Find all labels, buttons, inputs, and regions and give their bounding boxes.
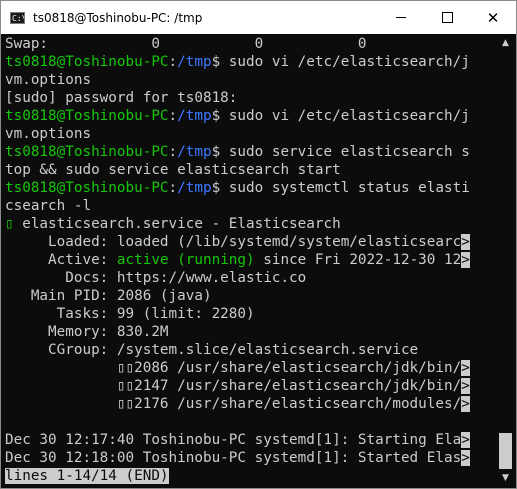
terminal-text: ▯▯2176 /usr/share/elasticsearch/modules/ xyxy=(5,396,462,412)
terminal-text: Dec 30 12:17:40 Toshinobu-PC systemd[1]:… xyxy=(5,432,462,448)
terminal-line: ▯▯2147 /usr/share/elasticsearch/jdk/bin/… xyxy=(5,377,493,395)
terminal-text: CGroup: /system.slice/elasticsearch.serv… xyxy=(5,342,419,358)
close-icon: ✕ xyxy=(486,8,500,27)
terminal-line: ▯▯2176 /usr/share/elasticsearch/modules/… xyxy=(5,395,493,413)
terminal-text: : xyxy=(168,54,178,70)
terminal-text: [sudo] password for ts0818: xyxy=(5,90,238,106)
terminal-text: : xyxy=(168,180,178,196)
terminal-text: /tmp xyxy=(177,180,212,196)
terminal-line: Memory: 830.2M xyxy=(5,323,493,341)
terminal-text: top && sudo service elasticsearch start xyxy=(5,162,341,178)
terminal-text: : xyxy=(168,108,178,124)
terminal-line: vm.options xyxy=(5,71,493,89)
terminal-line: Main PID: 2086 (java) xyxy=(5,287,493,305)
terminal-text: Active: xyxy=(5,252,117,268)
terminal-output[interactable]: Swap: 0 0 0 ts0818@Toshinobu-PC:/tmp$ sud… xyxy=(5,35,493,487)
truncation-marker: > xyxy=(461,432,470,448)
maximize-button[interactable] xyxy=(424,1,470,34)
terminal-line: Loaded: loaded (/lib/systemd/system/elas… xyxy=(5,233,493,251)
terminal-text: Dec 30 12:18:00 Toshinobu-PC systemd[1]:… xyxy=(5,450,462,466)
terminal-line: Active: active (running) since Fri 2022-… xyxy=(5,251,493,269)
terminal-text: $ sudo systemctl status elasti xyxy=(211,180,470,196)
terminal-line: Tasks: 99 (limit: 2280) xyxy=(5,305,493,323)
terminal-text: vm.options xyxy=(5,126,92,142)
scroll-down-icon[interactable]: ▼ xyxy=(495,470,516,487)
terminal-line: lines 1-14/14 (END) xyxy=(5,467,493,485)
terminal-text: ts0818@Toshinobu-PC xyxy=(5,108,169,124)
terminal-text: ▯ xyxy=(5,216,14,232)
terminal-text: lines 1-14/14 (END) xyxy=(5,468,169,484)
terminal-line: ts0818@Toshinobu-PC:/tmp$ sudo vi /etc/e… xyxy=(5,107,493,125)
terminal-text: /tmp xyxy=(177,108,212,124)
truncation-marker: > xyxy=(461,252,470,268)
vertical-scrollbar[interactable]: ▲ ▼ xyxy=(495,35,516,487)
terminal-text: ▯▯2147 /usr/share/elasticsearch/jdk/bin/ xyxy=(5,378,462,394)
terminal-text: Loaded: loaded (/lib/systemd/system/elas… xyxy=(5,234,462,250)
minimize-button[interactable] xyxy=(378,1,424,34)
truncation-marker: > xyxy=(461,360,470,376)
terminal-text: Memory: 830.2M xyxy=(5,324,169,340)
title-bar[interactable]: C:\ ts0818@Toshinobu-PC: /tmp ✕ xyxy=(1,1,516,34)
terminal-text: Docs: https://www.elastic.co xyxy=(5,270,307,286)
truncation-marker: > xyxy=(461,396,470,412)
minimize-icon xyxy=(396,17,406,18)
terminal-line: Dec 30 12:17:40 Toshinobu-PC systemd[1]:… xyxy=(5,431,493,449)
terminal-text: Swap: 0 0 0 xyxy=(5,36,367,52)
truncation-marker: > xyxy=(461,378,470,394)
terminal-line: Swap: 0 0 0 xyxy=(5,35,493,53)
terminal-text: $ sudo vi /etc/elasticsearch/j xyxy=(211,108,470,124)
terminal-text: Tasks: 99 (limit: 2280) xyxy=(5,306,255,322)
terminal-line: ts0818@Toshinobu-PC:/tmp$ sudo systemctl… xyxy=(5,179,493,197)
terminal-line: ts0818@Toshinobu-PC:/tmp$ sudo service e… xyxy=(5,143,493,161)
terminal-text: elasticsearch.service - Elasticsearch xyxy=(13,216,341,232)
terminal-line: CGroup: /system.slice/elasticsearch.serv… xyxy=(5,341,493,359)
terminal-text: active (running) xyxy=(116,252,255,268)
scroll-up-icon[interactable]: ▲ xyxy=(495,35,516,52)
window-title: ts0818@Toshinobu-PC: /tmp xyxy=(33,10,203,25)
terminal-text: /tmp xyxy=(177,144,212,160)
terminal-text: ▯▯2086 /usr/share/elasticsearch/jdk/bin/ xyxy=(5,360,462,376)
terminal-text: csearch -l xyxy=(5,198,92,214)
terminal-text: ts0818@Toshinobu-PC xyxy=(5,144,169,160)
terminal-text: : xyxy=(168,144,178,160)
scroll-thumb[interactable] xyxy=(499,433,512,469)
terminal-line: ▯▯2086 /usr/share/elasticsearch/jdk/bin/… xyxy=(5,359,493,377)
terminal-line: ▯ elasticsearch.service - Elasticsearch xyxy=(5,215,493,233)
close-button[interactable]: ✕ xyxy=(470,1,516,34)
truncation-marker: > xyxy=(461,234,470,250)
terminal-text: $ sudo service elasticsearch s xyxy=(211,144,470,160)
maximize-icon xyxy=(441,12,453,23)
terminal-line: [sudo] password for ts0818: xyxy=(5,89,493,107)
terminal-icon: C:\ xyxy=(10,11,25,24)
terminal-line: Docs: https://www.elastic.co xyxy=(5,269,493,287)
terminal-line: vm.options xyxy=(5,125,493,143)
terminal-window: C:\ ts0818@Toshinobu-PC: /tmp ✕ Swap: 0 … xyxy=(0,0,517,489)
terminal-text: vm.options xyxy=(5,72,92,88)
terminal-text: $ sudo vi /etc/elasticsearch/j xyxy=(211,54,470,70)
terminal-text: since Fri 2022-12-30 12 xyxy=(254,252,462,268)
terminal-text: ts0818@Toshinobu-PC xyxy=(5,54,169,70)
terminal-line: top && sudo service elasticsearch start xyxy=(5,161,493,179)
terminal-text: /tmp xyxy=(177,54,212,70)
terminal-line: ts0818@Toshinobu-PC:/tmp$ sudo vi /etc/e… xyxy=(5,53,493,71)
terminal-text: Main PID: 2086 (java) xyxy=(5,288,212,304)
terminal-line: Dec 30 12:18:00 Toshinobu-PC systemd[1]:… xyxy=(5,449,493,467)
terminal-line: csearch -l xyxy=(5,197,493,215)
truncation-marker: > xyxy=(461,450,470,466)
terminal-text: ts0818@Toshinobu-PC xyxy=(5,180,169,196)
